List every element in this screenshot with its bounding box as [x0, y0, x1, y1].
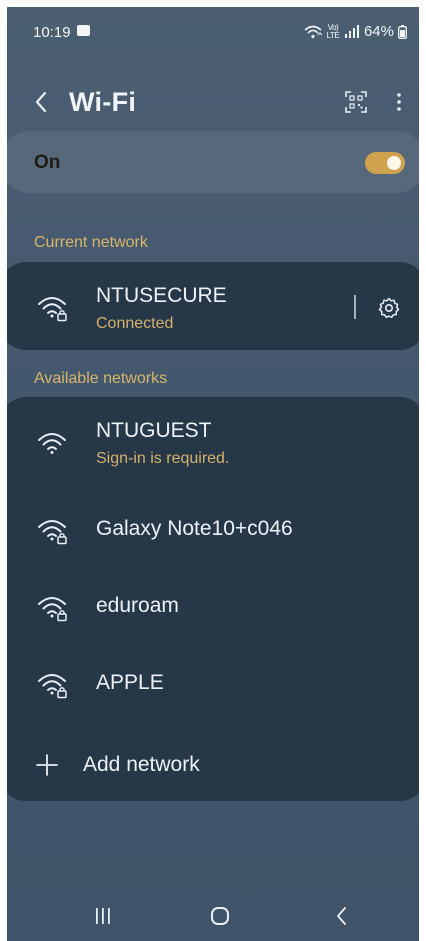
wifi-secured-icon [38, 674, 67, 699]
wifi-toggle-label: On [34, 152, 61, 173]
wifi-toggle-switch[interactable] [365, 152, 405, 174]
current-network-status: Connected [96, 315, 174, 332]
app-bar: Wi-Fi [7, 77, 419, 127]
network-row-apple[interactable]: APPLE [7, 651, 419, 721]
signal-icon [344, 25, 359, 38]
add-network-label: Add network [83, 753, 200, 776]
recents-icon[interactable] [93, 907, 113, 925]
wifi-icon [38, 433, 66, 454]
network-row-galaxy[interactable]: Galaxy Note10+c046 [7, 497, 419, 567]
status-time: 10:19 [33, 24, 71, 41]
plus-icon [36, 754, 58, 776]
battery-percent: 64% [363, 23, 394, 40]
current-network-header: Current network [34, 234, 148, 251]
home-icon[interactable] [211, 907, 229, 925]
wifi-secured-icon [38, 597, 67, 622]
volte-indicator: Vo) LTE [326, 22, 340, 40]
page-title: Wi-Fi [69, 87, 137, 117]
network-row-ntuguest[interactable]: NTUGUEST Sign-in is required. [7, 397, 419, 485]
toggle-knob [387, 156, 401, 170]
vertical-divider [354, 295, 356, 319]
network-name: APPLE [96, 671, 164, 694]
system-nav-bar [7, 893, 419, 941]
status-icons: Vo) LTE 64% [304, 23, 407, 40]
wifi-status-icon [304, 25, 322, 38]
wifi-toggle-card[interactable]: On [7, 131, 419, 193]
current-network-name: NTUSECURE [96, 284, 227, 307]
qr-scan-icon[interactable] [345, 91, 367, 113]
network-name: eduroam [96, 594, 179, 617]
back-icon[interactable] [31, 87, 51, 117]
gear-icon[interactable] [377, 296, 401, 320]
battery-icon [398, 24, 407, 39]
nav-back-icon[interactable] [335, 905, 347, 927]
current-network-row[interactable]: NTUSECURE Connected [7, 262, 419, 350]
current-network-card: NTUSECURE Connected [7, 262, 419, 350]
available-networks-header: Available networks [34, 370, 168, 387]
network-row-eduroam[interactable]: eduroam [7, 574, 419, 644]
more-options-icon[interactable] [395, 90, 403, 114]
network-name: Galaxy Note10+c046 [96, 517, 293, 540]
gallery-notification-icon [77, 25, 90, 36]
available-networks-card: NTUGUEST Sign-in is required. Galaxy Not… [7, 397, 419, 801]
wifi-secured-icon [38, 520, 67, 545]
wifi-secured-icon [38, 297, 67, 322]
network-name: NTUGUEST [96, 419, 212, 442]
add-network-row[interactable]: Add network [7, 731, 419, 799]
status-bar: 10:19 Vo) LTE 64% [7, 7, 419, 57]
network-status: Sign-in is required. [96, 450, 230, 467]
wifi-settings-screen: 10:19 Vo) LTE 64% Wi-Fi On Current netwo… [7, 7, 419, 941]
